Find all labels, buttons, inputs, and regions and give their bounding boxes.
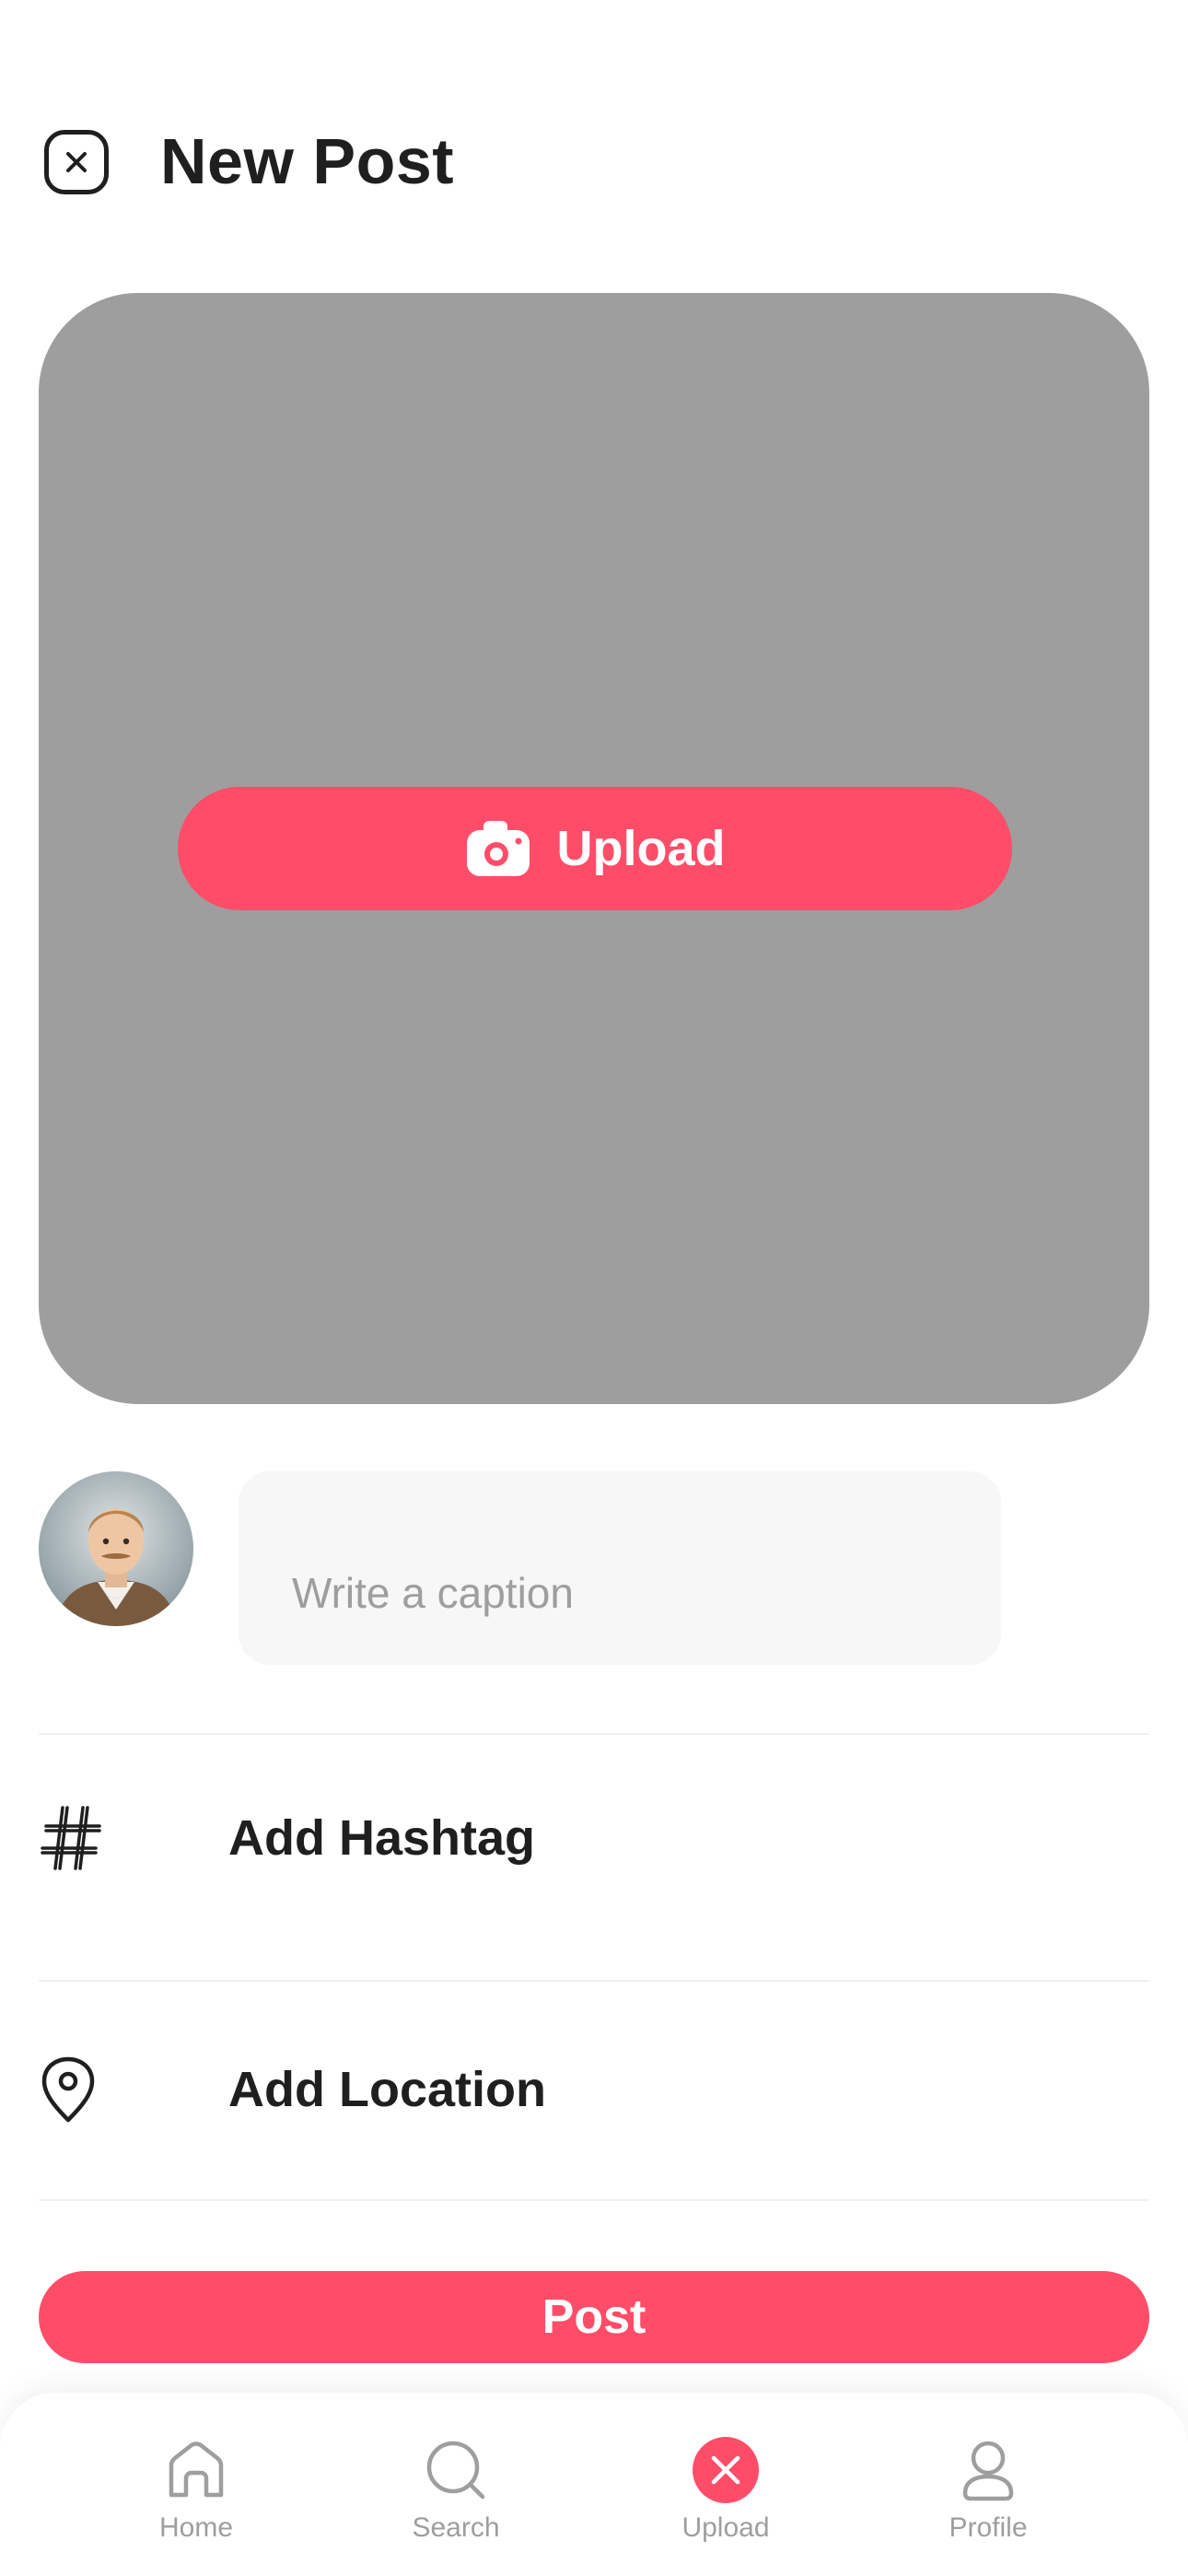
add-location-row[interactable]: Add Location bbox=[39, 2034, 1149, 2145]
caption-input[interactable] bbox=[239, 1471, 1001, 1665]
close-icon bbox=[66, 152, 87, 172]
tab-home[interactable]: Home bbox=[104, 2393, 288, 2576]
page-title: New Post bbox=[160, 125, 455, 197]
tab-upload[interactable]: Upload bbox=[634, 2393, 818, 2576]
add-hashtag-label: Add Hashtag bbox=[228, 1810, 536, 1866]
divider bbox=[39, 1980, 1149, 1982]
upload-button-label: Upload bbox=[556, 821, 726, 876]
add-location-label: Add Location bbox=[228, 2062, 546, 2117]
camera-icon bbox=[466, 821, 530, 876]
tab-upload-label: Upload bbox=[681, 2512, 770, 2543]
location-pin-icon bbox=[39, 2049, 120, 2130]
search-icon bbox=[421, 2435, 491, 2505]
tab-home-label: Home bbox=[158, 2512, 234, 2543]
post-button[interactable]: Post bbox=[39, 2271, 1149, 2363]
divider bbox=[39, 1733, 1149, 1735]
home-icon bbox=[161, 2435, 231, 2505]
avatar bbox=[39, 1471, 193, 1626]
tab-profile[interactable]: Profile bbox=[896, 2393, 1080, 2576]
profile-icon bbox=[953, 2435, 1023, 2505]
upload-button[interactable]: Upload bbox=[178, 787, 1012, 910]
add-hashtag-row[interactable]: Add Hashtag bbox=[39, 1783, 1149, 1893]
hashtag-icon bbox=[39, 1797, 120, 1879]
header: New Post bbox=[0, 0, 1188, 276]
upload-close-icon bbox=[691, 2435, 761, 2505]
tab-search-label: Search bbox=[412, 2512, 500, 2543]
tab-bar: Home Search Upload Profile bbox=[0, 2393, 1188, 2576]
tab-search[interactable]: Search bbox=[364, 2393, 548, 2576]
divider bbox=[39, 2199, 1149, 2201]
tab-profile-label: Profile bbox=[949, 2512, 1028, 2543]
close-button[interactable] bbox=[44, 130, 109, 194]
